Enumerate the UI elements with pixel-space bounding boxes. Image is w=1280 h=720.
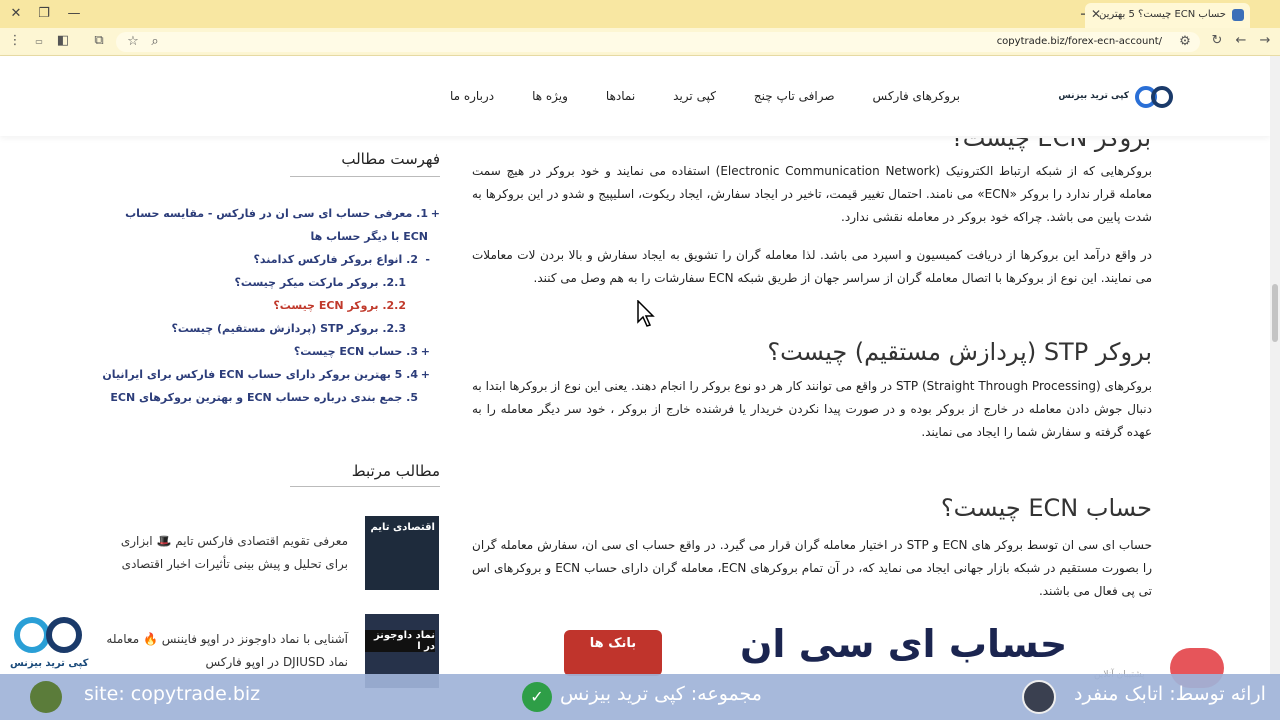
tab-title: حساب ECN چیست؟ 5 بهترین (1098, 9, 1226, 20)
banner-title: حساب ای سی ان (740, 622, 1068, 666)
toc-item[interactable]: -2. انواع بروکر فارکس کدامند؟ (100, 248, 440, 271)
corner-watermark-logo: کپی ترید بیزنس (6, 614, 90, 674)
site-header: کپی ترید بیزنس بروکرهای فارکس صرافی تاپ … (0, 56, 1270, 136)
related-post-link[interactable]: معرفی تقویم اقتصادی فارکس تایم 🎩 ابزاری … (98, 530, 348, 576)
toc-link[interactable]: 2.2. بروکر ECN چیست؟ (273, 299, 406, 312)
related-post-thumbnail[interactable]: اقتصادی تایم (365, 516, 439, 590)
toc-link[interactable]: 1. معرفی حساب ای سی ان در فارکس - مقایسه… (125, 207, 428, 243)
toc-link[interactable]: 2. انواع بروکر فارکس کدامند؟ (254, 253, 418, 266)
address-bar[interactable]: ☆ ⌕ copytrade.biz/forex-ecn-account/ ⚙ (116, 32, 1200, 52)
nav-topchange[interactable]: صرافی تاپ چنج (754, 89, 835, 103)
bookmark-star-icon[interactable]: ☆ (124, 34, 142, 49)
menu-dots-icon[interactable]: ⋮ (6, 33, 24, 48)
article-para-1: بروکرهایی که از شبکه ارتباط الکترونیک (E… (472, 160, 1152, 229)
browser-toolbar: ⋮ ▭ ◧ ⧉ ☆ ⌕ copytrade.biz/forex-ecn-acco… (0, 28, 1280, 56)
toc-title: فهرست مطالب (341, 150, 440, 168)
back-icon[interactable]: ← (1232, 33, 1250, 48)
overlay-site: site: copytrade.biz (84, 683, 261, 705)
toc-link[interactable]: 2.3. بروکر STP (پردازش مستقیم) چیست؟ (172, 322, 407, 335)
thumbnail-caption: اقتصادی تایم (370, 522, 435, 533)
banner-badge: بانک ها (564, 630, 662, 676)
browser-tabstrip: ✕ ❐ — + ✕ حساب ECN چیست؟ 5 بهترین (0, 0, 1280, 28)
toc-item-active[interactable]: 2.2. بروکر ECN چیست؟ (100, 294, 440, 317)
nav-copytrade[interactable]: کپی ترید (673, 89, 716, 103)
infinity-logo-icon (1135, 86, 1173, 108)
toc-item[interactable]: +3. حساب ECN چیست؟ (100, 340, 440, 363)
zoom-icon[interactable]: ⌕ (146, 34, 164, 49)
section-heading-ecn-account: حساب ECN چیست؟ (940, 494, 1152, 522)
toc-item[interactable]: +1. معرفی حساب ای سی ان در فارکس - مقایس… (100, 202, 440, 248)
toc-item[interactable]: +4. 5 بهترین بروکر دارای حساب ECN فارکس … (100, 363, 440, 386)
paragraph: بروکرهایی که از شبکه ارتباط الکترونیک (E… (472, 164, 1153, 224)
nav-specials[interactable]: ویژه ها (532, 89, 568, 103)
article-para-2: در واقع درآمد این بروکرها از دریافت کمیس… (472, 244, 1152, 290)
expand-plus-icon[interactable]: + (421, 363, 430, 386)
expand-plus-icon[interactable]: + (421, 340, 430, 363)
paragraph: در واقع درآمد این بروکرها از دریافت کمیس… (472, 248, 1152, 285)
toc-link[interactable]: 3. حساب ECN چیست؟ (294, 345, 418, 358)
section-heading-stp: بروکر STP (پردازش مستقیم) چیست؟ (767, 338, 1152, 366)
restore-window-icon[interactable]: ❐ (34, 4, 54, 24)
corner-logo-text: کپی ترید بیزنس (10, 658, 89, 669)
main-nav: بروکرهای فارکس صرافی تاپ چنج کپی ترید نم… (450, 89, 960, 103)
paragraph: بروکرهای STP (Straight Through Processin… (472, 379, 1152, 439)
toc-link[interactable]: 4. 5 بهترین بروکر دارای حساب ECN فارکس ب… (102, 368, 418, 381)
related-title: مطالب مرتبط (351, 462, 440, 480)
site-logo[interactable]: کپی ترید بیزنس (1058, 84, 1175, 110)
table-of-contents: +1. معرفی حساب ای سی ان در فارکس - مقایس… (100, 202, 440, 409)
toc-item[interactable]: 5. جمع بندی درباره حساب ECN و بهترین برو… (100, 386, 440, 409)
extension-icon[interactable]: ▭ (30, 37, 48, 46)
article-para-3: بروکرهای STP (Straight Through Processin… (472, 375, 1152, 444)
page-scrollbar[interactable] (1270, 56, 1280, 676)
nav-about[interactable]: درباره ما (450, 89, 494, 103)
globe-icon (30, 681, 62, 713)
thumbnail-caption: نماد داوجونز در ا (365, 630, 435, 652)
browser-tab[interactable]: ✕ حساب ECN چیست؟ 5 بهترین (1085, 3, 1250, 28)
close-window-icon[interactable]: ✕ (6, 4, 26, 24)
nav-forex-brokers[interactable]: بروکرهای فارکس (873, 89, 960, 103)
toc-item[interactable]: 2.1. بروکر مارکت میکر چیست؟ (100, 271, 440, 294)
presenter-avatar (1022, 680, 1056, 714)
scrollbar-thumb[interactable] (1272, 284, 1278, 342)
close-tab-icon[interactable]: ✕ (1091, 7, 1101, 21)
sidebar-icon[interactable]: ◧ (54, 33, 72, 48)
url-text: copytrade.biz/forex-ecn-account/ (996, 36, 1162, 47)
reload-icon[interactable]: ↻ (1208, 33, 1226, 48)
paragraph: حساب ای سی ان توسط بروکر های ECN و STP د… (472, 538, 1152, 598)
logo-text: کپی ترید بیزنس (1058, 91, 1129, 101)
forward-icon[interactable]: → (1256, 33, 1274, 48)
collapse-minus-icon[interactable]: - (425, 248, 430, 271)
article-para-4: حساب ای سی ان توسط بروکر های ECN و STP د… (472, 534, 1152, 603)
divider (290, 176, 440, 177)
nav-symbols[interactable]: نمادها (606, 89, 635, 103)
toc-item[interactable]: 2.3. بروکر STP (پردازش مستقیم) چیست؟ (100, 317, 440, 340)
site-settings-icon[interactable]: ⚙ (1176, 34, 1194, 49)
article-banner-image: بانک ها حساب ای سی ان (560, 616, 1080, 676)
check-icon: ✓ (522, 682, 552, 712)
overlay-presenter: ارائه توسط: اتابک منفرد (1074, 683, 1266, 705)
toc-link[interactable]: 5. جمع بندی درباره حساب ECN و بهترین برو… (110, 391, 418, 404)
mouse-cursor-icon (637, 300, 655, 327)
divider (290, 486, 440, 487)
expand-plus-icon[interactable]: + (431, 202, 440, 225)
minimize-window-icon[interactable]: — (64, 4, 84, 24)
toc-link[interactable]: 2.1. بروکر مارکت میکر چیست؟ (234, 276, 406, 289)
infinity-logo-icon (14, 617, 82, 653)
overlay-collection: مجموعه: کپی ترید بیزنس (560, 683, 762, 705)
related-post-link[interactable]: آشنایی با نماد داوجونز در اوپو فایننس 🔥 … (98, 628, 348, 674)
favicon-icon (1232, 9, 1244, 21)
extensions-puzzle-icon[interactable]: ⧉ (90, 33, 108, 48)
